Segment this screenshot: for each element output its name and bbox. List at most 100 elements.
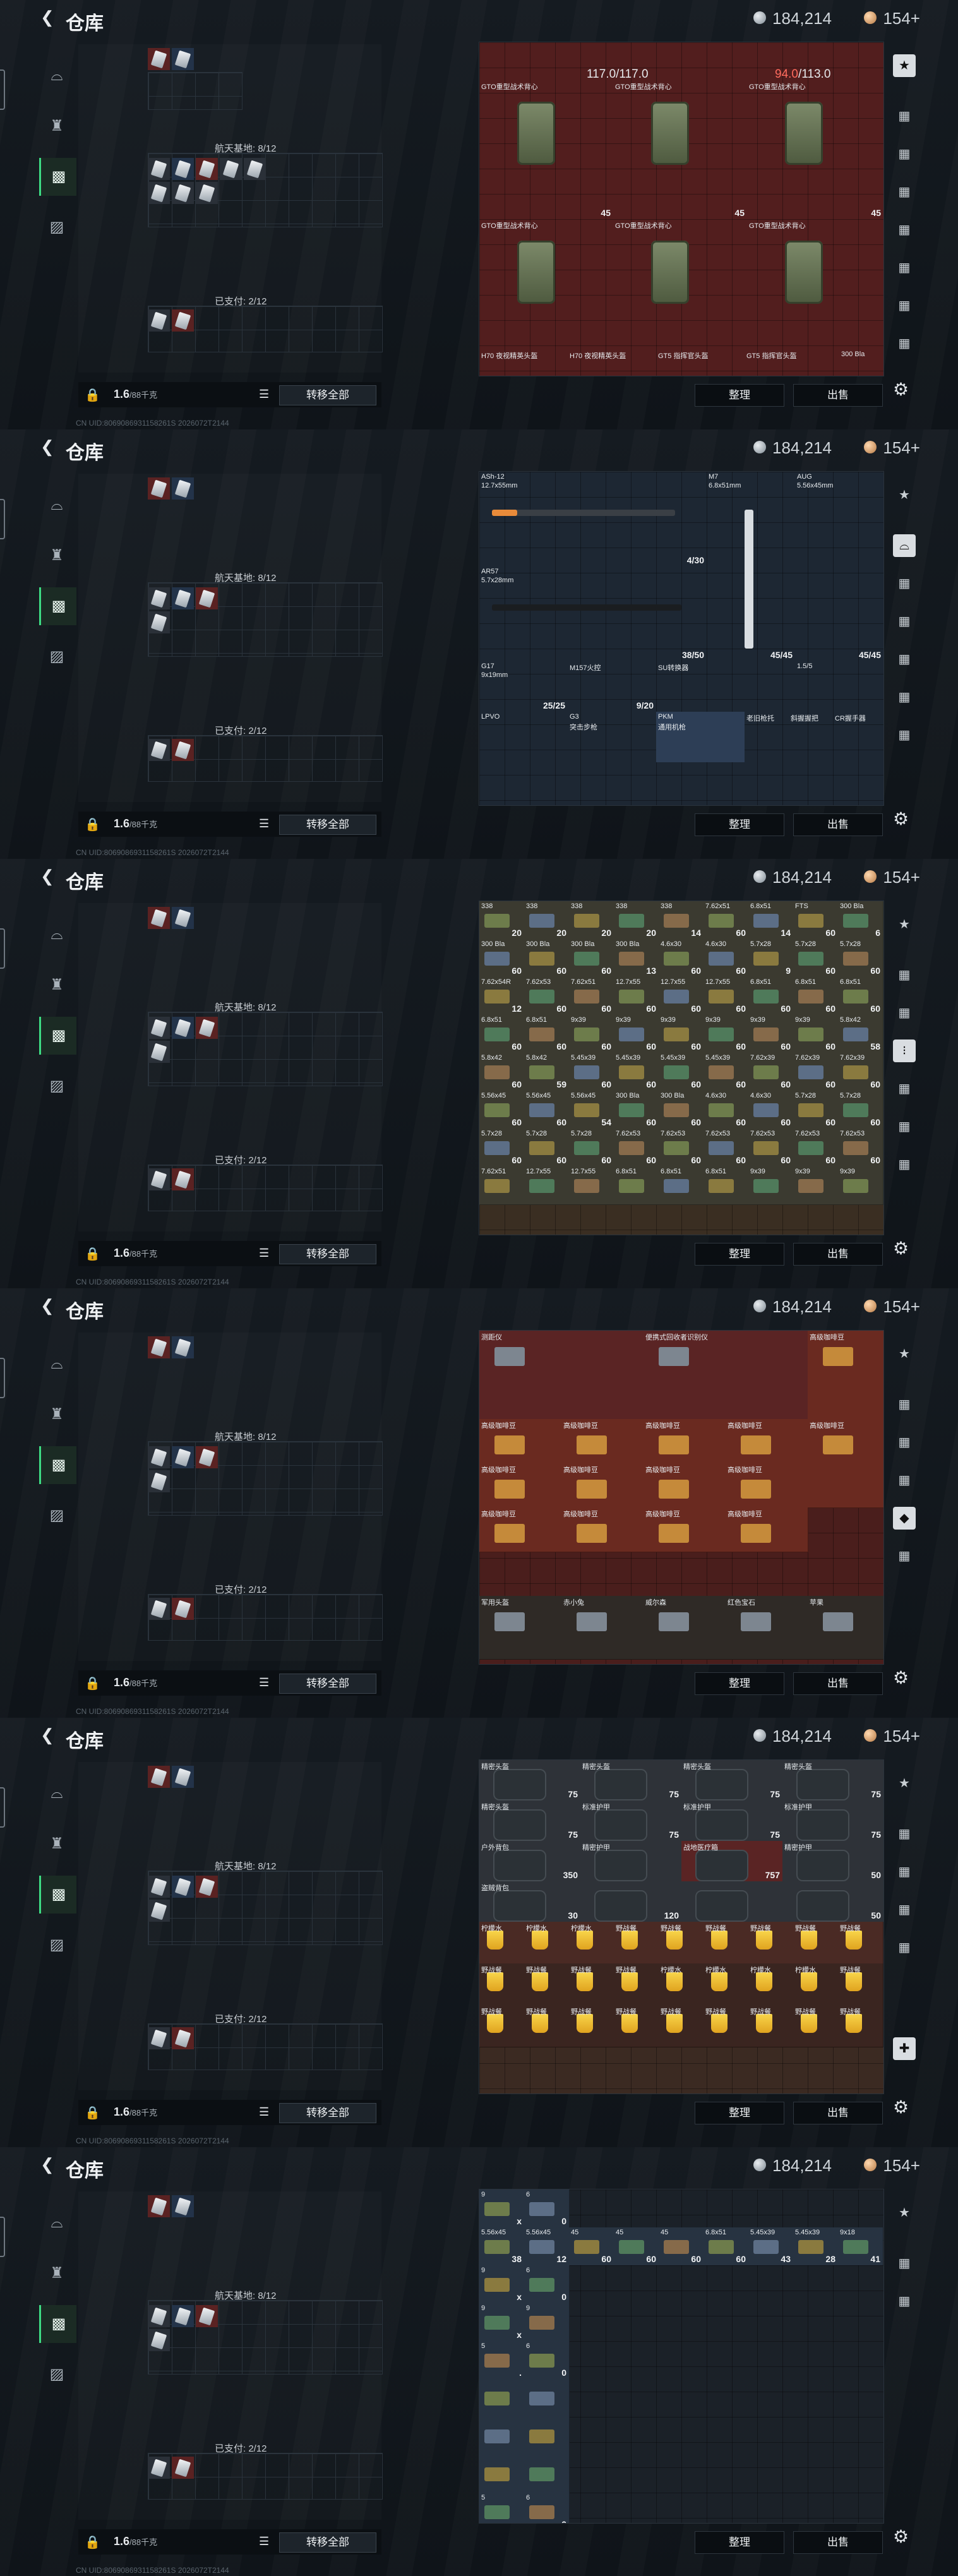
ammo-item[interactable]: 4.6x30 60 (704, 1091, 749, 1129)
sell-button[interactable]: 出售 (793, 813, 883, 836)
category-tab-icon[interactable]: ▦ (893, 105, 916, 128)
ammo-item[interactable]: 300 Bla 60 (569, 939, 614, 978)
category-tab-icon[interactable]: ▦ (893, 572, 916, 595)
lock-icon[interactable]: 🔒 (85, 2534, 100, 2550)
edge-tab-handle[interactable] (0, 499, 5, 539)
item-slot[interactable] (172, 48, 194, 70)
attachment-item[interactable]: 1.5/5 (795, 661, 883, 712)
ammo-item[interactable]: 6.8x51 (659, 1166, 704, 1205)
rig-item[interactable]: GTO重型战术背心 (747, 219, 883, 352)
settings-gear-icon[interactable]: ⚙ (893, 1238, 909, 1259)
ammo-item[interactable]: 4.6x30 60 (748, 1091, 794, 1129)
category-tab-icon[interactable]: ▦ (893, 1431, 916, 1454)
ammo-item[interactable]: 5.45x39 60 (659, 1053, 704, 1091)
drink-item[interactable]: 柠檬水 (569, 1922, 614, 1964)
gear-item[interactable]: 精密头盔 75 (479, 1800, 581, 1842)
drink-item[interactable]: 柠檬水 (479, 1922, 525, 1964)
gear-item[interactable]: 标准护甲 75 (580, 1800, 682, 1842)
category-tab-icon[interactable]: ▦ (893, 1393, 916, 1416)
lock-icon[interactable]: 🔒 (85, 1675, 100, 1691)
settings-gear-icon[interactable]: ⚙ (893, 2097, 909, 2118)
lock-icon[interactable]: 🔒 (85, 2105, 100, 2121)
back-arrow-icon[interactable]: ❮ (40, 8, 54, 27)
item-slot[interactable] (148, 1446, 170, 1468)
weapon-tab-icon[interactable]: ⌓ (39, 916, 75, 954)
transfer-all-button[interactable]: 转移全部 (279, 1674, 376, 1694)
ammo-item[interactable]: 12.7x55 (569, 1166, 614, 1205)
rig-item[interactable]: GTO重型战术背心 (479, 219, 613, 352)
category-tab-icon[interactable]: ▦ (893, 1469, 916, 1492)
settings-gear-icon[interactable]: ⚙ (893, 379, 909, 400)
list-icon[interactable]: ☰ (259, 2106, 269, 2119)
all-category-icon[interactable]: ★ (893, 54, 916, 77)
ammo-item[interactable]: 7.62x53 60 (704, 1129, 749, 1167)
valuable-item[interactable]: 高级咖啡豆 (561, 1463, 644, 1508)
ammo-item[interactable]: 9x39 60 (659, 1015, 704, 1053)
edge-tab-handle[interactable] (0, 1787, 5, 1828)
helmet-tab-icon[interactable]: ♜ (39, 1396, 75, 1434)
category-tab-icon[interactable]: ▦ (893, 1823, 916, 1845)
item-slot[interactable] (172, 2457, 194, 2479)
drink-item[interactable]: 柠檬水 (793, 1963, 839, 2006)
ammo-item[interactable]: 338 20 (479, 901, 525, 940)
lock-icon[interactable]: 🔒 (85, 1246, 100, 1262)
item-slot[interactable] (148, 1766, 170, 1788)
category-tab-icon[interactable]: ▦ (893, 294, 916, 317)
ammo-item[interactable]: 9x39 60 (748, 1015, 794, 1053)
rig-item[interactable]: GTO重型战术背心 (613, 219, 747, 352)
rig-item[interactable]: GTO重型战术背心 45 (613, 80, 747, 219)
ammo-item[interactable] (524, 2455, 570, 2493)
valuable-item[interactable]: 高级咖啡豆 (561, 1507, 644, 1552)
valuable-item[interactable]: 威尔森 (644, 1596, 726, 1660)
drink-item[interactable]: 野战餐 (614, 2005, 659, 2047)
item-slot[interactable] (148, 2027, 170, 2049)
weapon-item[interactable]: AUG 5.56x45mm 45/45 (795, 472, 883, 661)
ammo-item[interactable]: 9x39 60 (793, 1015, 839, 1053)
ammo-item[interactable]: 6.8x51 60 (838, 977, 883, 1015)
valuables-category-icon[interactable]: ◆ (893, 1507, 916, 1530)
ammo-item[interactable]: 12.7x55 60 (614, 977, 659, 1015)
transfer-all-button[interactable]: 转移全部 (279, 815, 376, 835)
lock-icon[interactable]: 🔒 (85, 817, 100, 832)
drink-item[interactable]: 野战餐 (793, 2005, 839, 2047)
sell-button[interactable]: 出售 (793, 384, 883, 407)
ammo-item[interactable]: 5.7x28 60 (838, 939, 883, 978)
settings-gear-icon[interactable]: ⚙ (893, 2526, 909, 2547)
all-category-icon[interactable]: ★ (893, 1772, 916, 1795)
helmet-tab-icon[interactable]: ♜ (39, 966, 75, 1004)
all-category-icon[interactable]: ★ (893, 913, 916, 936)
ammo-item[interactable]: 60 (524, 2265, 570, 2304)
category-tab-icon[interactable]: ▦ (893, 143, 916, 165)
ammo-item[interactable]: 9x39 60 (614, 1015, 659, 1053)
valuable-item[interactable]: 高级咖啡豆 (479, 1507, 562, 1552)
drink-item[interactable]: 野战餐 (748, 2005, 794, 2047)
valuable-item[interactable]: 高级咖啡豆 (479, 1463, 562, 1508)
attachment-item[interactable]: LPVO (479, 712, 568, 762)
valuable-item[interactable]: 高级咖啡豆 (644, 1507, 726, 1552)
ammo-item[interactable]: 5.7x28 60 (524, 1129, 570, 1167)
ammo-item[interactable]: 6.8x51 60 (793, 977, 839, 1015)
ammo-item[interactable]: 6.8x51 (614, 1166, 659, 1205)
category-tab-icon[interactable]: ▦ (893, 1898, 916, 1921)
ammo-item[interactable]: 5.7x28 60 (479, 1129, 525, 1167)
ammo-item[interactable]: 300 Bla 6 (838, 901, 883, 940)
ammo-item[interactable]: 9x (479, 2303, 525, 2342)
ammo-item[interactable]: 338 20 (569, 901, 614, 940)
gear-item[interactable]: 120 (580, 1881, 682, 1922)
backpack-tab-icon[interactable]: ▩ (39, 158, 76, 196)
ammo-item[interactable]: 5.56x45 12 (524, 2227, 569, 2265)
item-slot[interactable] (196, 1876, 218, 1898)
back-arrow-icon[interactable]: ❮ (40, 1296, 54, 1315)
gear-item[interactable]: 50 (782, 1881, 883, 1922)
gear-item[interactable]: 标准护甲 75 (681, 1800, 783, 1842)
ammo-item[interactable]: 300 Bla 60 (524, 939, 570, 978)
item-slot[interactable] (148, 1041, 170, 1063)
item-slot[interactable] (148, 1470, 170, 1492)
category-tab-icon[interactable]: ▦ (893, 1936, 916, 1959)
item-slot[interactable] (172, 2195, 194, 2217)
back-arrow-icon[interactable]: ❮ (40, 2155, 54, 2174)
item-slot[interactable] (172, 1766, 194, 1788)
ammo-item[interactable]: 45 60 (614, 2227, 659, 2265)
lock-icon[interactable]: 🔒 (85, 387, 100, 403)
backpack-tab-icon[interactable]: ▩ (39, 1017, 76, 1055)
